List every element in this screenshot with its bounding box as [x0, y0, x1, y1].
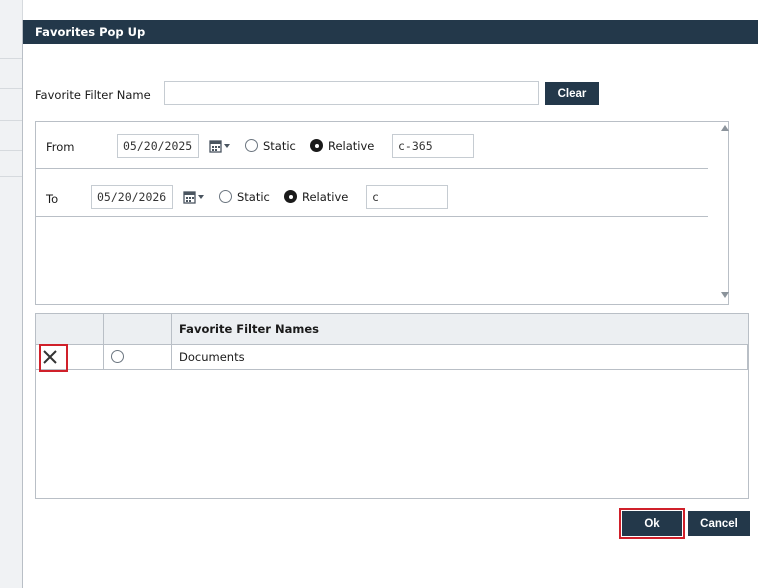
- favorites-dialog: Favorites Pop Up Favorite Filter Name Cl…: [22, 20, 758, 588]
- from-row-divider: [36, 168, 708, 169]
- from-relative-input[interactable]: c-365: [392, 134, 474, 158]
- to-static-label: Static: [237, 190, 270, 204]
- to-label: To: [46, 192, 59, 206]
- to-relative-label: Relative: [302, 190, 349, 204]
- to-relative-input[interactable]: c: [366, 185, 448, 209]
- grid-header: Favorite Filter Names: [36, 314, 748, 345]
- table-row[interactable]: Documents: [36, 344, 748, 370]
- from-static-radio[interactable]: [245, 139, 258, 152]
- dialog-titlebar: Favorites Pop Up: [23, 20, 758, 44]
- from-relative-radio[interactable]: [310, 139, 323, 152]
- ok-button[interactable]: Ok: [622, 511, 682, 536]
- favorite-filter-names-header: Favorite Filter Names: [179, 322, 319, 336]
- favorites-grid: Favorite Filter Names Documents: [35, 313, 749, 499]
- from-static-label: Static: [263, 139, 296, 153]
- favorite-filter-name-input[interactable]: [164, 81, 539, 105]
- to-relative-radio[interactable]: [284, 190, 297, 203]
- triangle-up-icon[interactable]: [721, 125, 729, 131]
- favorite-name-cell: Documents: [179, 350, 245, 364]
- favorite-filter-name-label: Favorite Filter Name: [35, 88, 151, 102]
- triangle-down-icon[interactable]: [721, 292, 729, 298]
- cancel-button[interactable]: Cancel: [688, 511, 750, 536]
- to-row-divider: [36, 216, 708, 217]
- to-calendar-icon[interactable]: [183, 190, 207, 204]
- from-date-input[interactable]: 05/20/2025: [117, 134, 199, 158]
- delete-highlight-box: [39, 344, 68, 372]
- from-relative-label: Relative: [328, 139, 375, 153]
- background-app-sidebar: [0, 0, 23, 588]
- dialog-title: Favorites Pop Up: [35, 25, 146, 39]
- to-date-input[interactable]: 05/20/2026: [91, 185, 173, 209]
- background-app-header: [0, 0, 758, 21]
- date-range-panel: From 05/20/2025 Static Relative c-365 To…: [35, 121, 729, 305]
- row-select-radio[interactable]: [111, 350, 124, 363]
- from-calendar-icon[interactable]: [209, 139, 233, 153]
- to-static-radio[interactable]: [219, 190, 232, 203]
- from-label: From: [46, 140, 75, 154]
- clear-button[interactable]: Clear: [545, 82, 599, 105]
